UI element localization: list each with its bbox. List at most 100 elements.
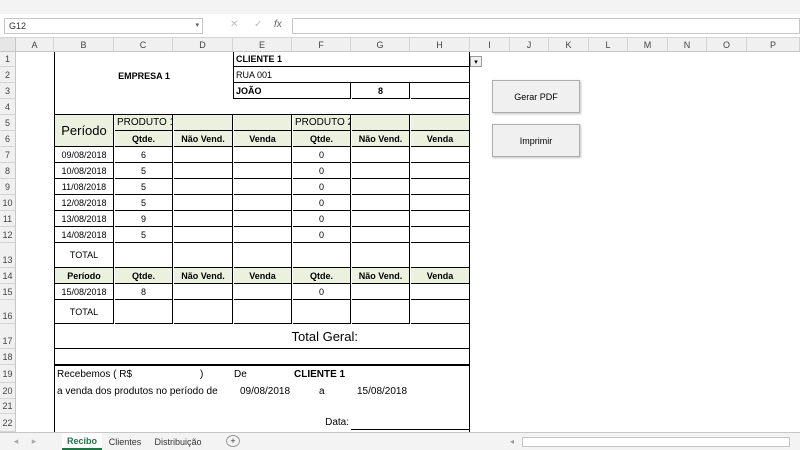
data-cell[interactable] bbox=[234, 147, 292, 163]
data-cell-p2[interactable]: 0 bbox=[293, 227, 351, 243]
scroll-left-icon[interactable]: ◂ bbox=[510, 437, 518, 447]
data-cell-date[interactable]: 12/08/2018 bbox=[55, 195, 114, 211]
data-cell-p2[interactable]: 0 bbox=[293, 147, 351, 163]
dropdown-arrow-icon[interactable]: ▾ bbox=[470, 56, 482, 67]
row-header-22[interactable]: 22 bbox=[0, 414, 16, 432]
header-blank[interactable] bbox=[411, 115, 469, 131]
nao-vend-header-3[interactable]: Não Vend. bbox=[174, 268, 233, 284]
data-cell-date[interactable]: 11/08/2018 bbox=[55, 179, 114, 195]
data-cell[interactable] bbox=[234, 195, 292, 211]
column-header-c[interactable]: C bbox=[114, 38, 173, 52]
row-header-9[interactable]: 9 bbox=[0, 179, 16, 195]
row-header-10[interactable]: 10 bbox=[0, 195, 16, 211]
column-header-a[interactable]: A bbox=[16, 38, 54, 52]
data-cell-date[interactable]: 13/08/2018 bbox=[55, 211, 114, 227]
data-cell[interactable] bbox=[174, 147, 233, 163]
data-cell[interactable] bbox=[234, 227, 292, 243]
receipt-client[interactable]: CLIENTE 1 bbox=[292, 366, 392, 383]
data-cell[interactable] bbox=[352, 227, 410, 243]
data-cell-date[interactable]: 14/08/2018 bbox=[55, 227, 114, 243]
column-header-f[interactable]: F bbox=[292, 38, 351, 52]
total-cell[interactable] bbox=[174, 300, 233, 324]
row-header-4[interactable]: 4 bbox=[0, 99, 16, 115]
column-header-o[interactable]: O bbox=[707, 38, 747, 52]
qtde-header-1[interactable]: Qtde. bbox=[115, 131, 173, 147]
row-header-2[interactable]: 2 bbox=[0, 67, 16, 83]
column-header-b[interactable]: B bbox=[54, 38, 114, 52]
row-header-5[interactable]: 5 bbox=[0, 115, 16, 131]
row-header-7[interactable]: 7 bbox=[0, 147, 16, 163]
total-cell[interactable] bbox=[174, 243, 233, 268]
formula-input[interactable] bbox=[292, 18, 800, 34]
empty-cell[interactable] bbox=[411, 83, 469, 99]
column-header-d[interactable]: D bbox=[173, 38, 233, 52]
column-header-p[interactable]: P bbox=[747, 38, 800, 52]
street-cell[interactable]: RUA 001 bbox=[234, 67, 469, 83]
imprimir-button[interactable]: Imprimir bbox=[492, 124, 580, 157]
data-cell[interactable] bbox=[234, 211, 292, 227]
client-name-cell[interactable]: CLIENTE 1 bbox=[234, 52, 469, 67]
person-cell[interactable]: JOÃO bbox=[234, 83, 351, 99]
data-cell-p1[interactable]: 6 bbox=[115, 147, 173, 163]
data-cell[interactable] bbox=[411, 211, 469, 227]
column-header-n[interactable]: N bbox=[668, 38, 707, 52]
nao-vend-header-2[interactable]: Não Vend. bbox=[352, 131, 410, 147]
data-cell[interactable] bbox=[352, 179, 410, 195]
name-box[interactable]: G12 ▾ bbox=[4, 18, 203, 34]
enter-icon[interactable]: ✓ bbox=[254, 19, 262, 30]
venda-header-2[interactable]: Venda bbox=[411, 131, 469, 147]
row15-date[interactable]: 15/08/2018 bbox=[55, 284, 114, 300]
total-cell[interactable] bbox=[293, 243, 351, 268]
row-header-14[interactable]: 14 bbox=[0, 268, 16, 284]
column-header-k[interactable]: K bbox=[549, 38, 589, 52]
venda-header-1[interactable]: Venda bbox=[234, 131, 292, 147]
data-cell-p1[interactable]: 5 bbox=[115, 163, 173, 179]
row15-cell[interactable] bbox=[174, 284, 233, 300]
tab-clientes[interactable]: Clientes bbox=[104, 433, 146, 450]
row-header-21[interactable]: 21 bbox=[0, 399, 16, 414]
column-header-g[interactable]: G bbox=[351, 38, 410, 52]
row-header-19[interactable]: 19 bbox=[0, 365, 16, 383]
data-cell[interactable] bbox=[352, 211, 410, 227]
data-cell[interactable] bbox=[352, 147, 410, 163]
nao-vend-header-1[interactable]: Não Vend. bbox=[174, 131, 233, 147]
venda-text[interactable]: a venda dos produtos no período de bbox=[55, 383, 235, 399]
total-cell[interactable] bbox=[234, 300, 292, 324]
scroll-left-icon[interactable]: ◂ bbox=[10, 433, 22, 450]
row15-cell[interactable] bbox=[234, 284, 292, 300]
total-cell[interactable] bbox=[411, 300, 469, 324]
date-from[interactable]: 09/08/2018 bbox=[238, 383, 308, 399]
total-geral-label[interactable]: Total Geral: bbox=[55, 324, 360, 349]
qtde-header-3[interactable]: Qtde. bbox=[115, 268, 173, 284]
data-cell[interactable] bbox=[174, 179, 233, 195]
row15-cell[interactable] bbox=[411, 284, 469, 300]
row-header-13[interactable]: 13 bbox=[0, 243, 16, 268]
column-header-j[interactable]: J bbox=[510, 38, 549, 52]
data-cell[interactable] bbox=[174, 163, 233, 179]
periodo-header-2[interactable]: Período bbox=[55, 268, 114, 284]
tab-recibo[interactable]: Recibo bbox=[62, 433, 102, 450]
row-header-6[interactable]: 6 bbox=[0, 131, 16, 147]
total-cell[interactable] bbox=[115, 243, 173, 268]
gerar-pdf-button[interactable]: Gerar PDF bbox=[492, 80, 580, 113]
total-geral-value[interactable] bbox=[360, 324, 469, 349]
data-cell-date[interactable]: 09/08/2018 bbox=[55, 147, 114, 163]
row-header-8[interactable]: 8 bbox=[0, 163, 16, 179]
periodo-header[interactable]: Período bbox=[55, 115, 114, 147]
add-sheet-icon[interactable]: + bbox=[226, 435, 240, 447]
produto1-header[interactable]: PRODUTO 1 bbox=[115, 115, 173, 131]
column-header-i[interactable]: I bbox=[470, 38, 510, 52]
data-cell[interactable] bbox=[234, 179, 292, 195]
data-cell-p1[interactable]: 5 bbox=[115, 195, 173, 211]
row-header-11[interactable]: 11 bbox=[0, 211, 16, 227]
column-header-l[interactable]: L bbox=[589, 38, 628, 52]
number-cell[interactable]: 8 bbox=[352, 83, 410, 99]
total-label-2[interactable]: TOTAL bbox=[55, 300, 114, 324]
company-name[interactable]: EMPRESA 1 bbox=[55, 52, 233, 99]
tab-distribuicao[interactable]: Distribuição bbox=[148, 433, 208, 450]
data-cell[interactable] bbox=[174, 195, 233, 211]
data-cell-p2[interactable]: 0 bbox=[293, 211, 351, 227]
data-cell[interactable] bbox=[174, 227, 233, 243]
column-header-e[interactable]: E bbox=[233, 38, 292, 52]
data-cell-p2[interactable]: 0 bbox=[293, 195, 351, 211]
